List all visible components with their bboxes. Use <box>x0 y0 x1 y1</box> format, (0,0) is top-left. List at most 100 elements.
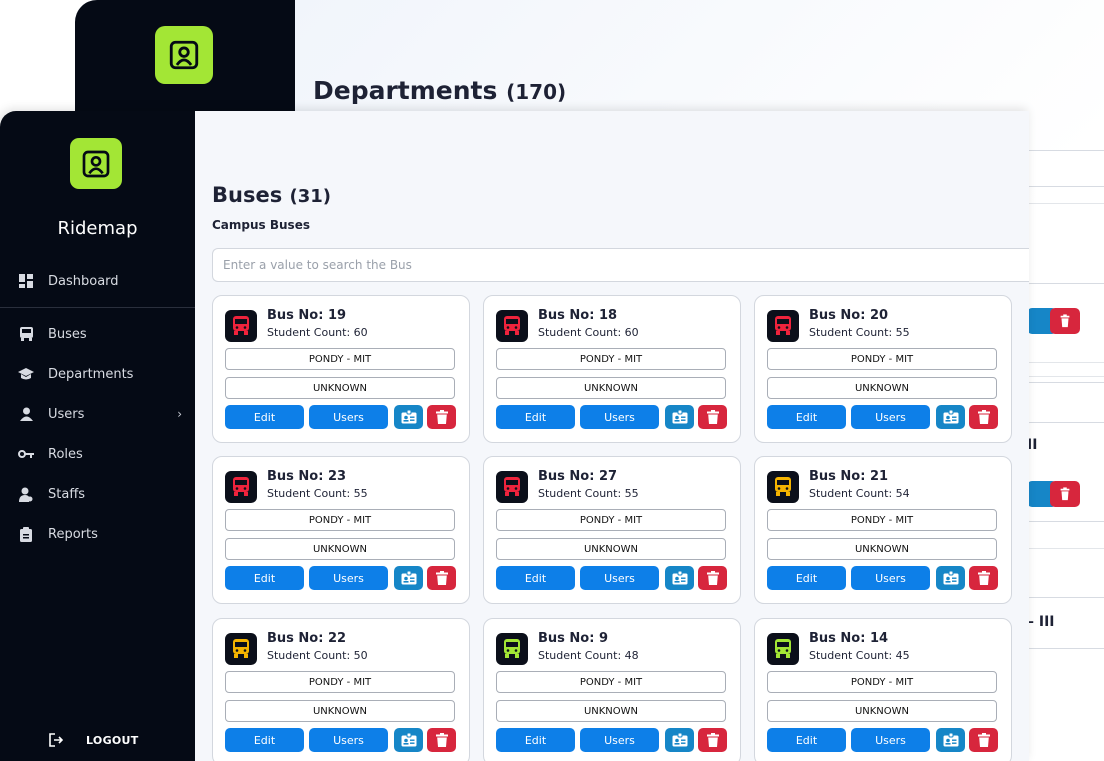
users-button[interactable]: Users <box>851 566 930 590</box>
dashboard-icon <box>18 273 34 289</box>
sidebar-item-label: Staffs <box>48 486 86 502</box>
delete-button[interactable] <box>1050 481 1080 507</box>
logout-button[interactable]: LOGOUT <box>48 732 139 748</box>
id-card-icon <box>672 410 687 424</box>
chevron-right-icon: › <box>177 407 182 421</box>
page-title-count: (31) <box>289 186 332 207</box>
edit-button[interactable]: Edit <box>496 728 575 752</box>
bus-icon <box>496 633 528 665</box>
id-card-button[interactable] <box>394 566 423 590</box>
users-button[interactable]: Users <box>309 566 388 590</box>
id-card-button[interactable] <box>936 405 965 429</box>
edit-button[interactable]: Edit <box>496 566 575 590</box>
bus-card: Bus No: 22 Student Count: 50 PONDY - MIT… <box>212 618 470 761</box>
delete-button[interactable] <box>969 405 998 429</box>
search-input[interactable] <box>212 248 1029 282</box>
delete-button[interactable] <box>698 728 727 752</box>
clipboard-icon <box>18 526 34 542</box>
trash-icon <box>435 410 448 424</box>
trash-icon <box>977 571 990 585</box>
sidebar-item-staffs[interactable]: Staffs <box>0 476 195 512</box>
id-card-icon <box>943 410 958 424</box>
delete-button[interactable] <box>698 405 727 429</box>
bus-number: Bus No: 23 <box>267 469 347 484</box>
edit-button[interactable]: Edit <box>767 405 846 429</box>
edit-button[interactable]: Edit <box>225 405 304 429</box>
trash-icon <box>435 733 448 747</box>
delete-button[interactable] <box>427 728 456 752</box>
bus-number: Bus No: 9 <box>538 631 609 646</box>
delete-button[interactable] <box>698 566 727 590</box>
key-icon <box>18 446 34 462</box>
bus-number: Bus No: 21 <box>809 469 889 484</box>
department-card: II <box>1020 422 1104 522</box>
sidebar-item-label: Users <box>48 406 85 422</box>
trash-icon <box>435 571 448 585</box>
status-label: UNKNOWN <box>225 700 455 722</box>
edit-button[interactable]: Edit <box>496 405 575 429</box>
route-label: PONDY - MIT <box>767 671 997 693</box>
department-card <box>1020 283 1104 383</box>
edit-button[interactable]: Edit <box>767 566 846 590</box>
sidebar-item-dashboard[interactable]: Dashboard <box>0 263 195 299</box>
id-card-button[interactable] <box>394 728 423 752</box>
id-card-button[interactable] <box>394 405 423 429</box>
bus-number: Bus No: 19 <box>267 308 347 323</box>
users-button[interactable]: Users <box>309 728 388 752</box>
users-button[interactable]: Users <box>851 728 930 752</box>
status-label: UNKNOWN <box>767 377 997 399</box>
id-card-icon <box>401 410 416 424</box>
id-card-button[interactable] <box>936 566 965 590</box>
users-button[interactable]: Users <box>851 405 930 429</box>
trash-icon <box>977 410 990 424</box>
edit-button[interactable]: Edit <box>767 728 846 752</box>
sidebar-item-buses[interactable]: Buses <box>0 316 195 352</box>
buses-window: Ridemap Dashboard Buses Departments User… <box>0 111 1029 761</box>
edit-button[interactable]: Edit <box>225 728 304 752</box>
sidebar-item-roles[interactable]: Roles <box>0 436 195 472</box>
route-label: PONDY - MIT <box>496 509 726 531</box>
users-button[interactable]: Users <box>580 728 659 752</box>
route-label: PONDY - MIT <box>225 509 455 531</box>
student-count: Student Count: 48 <box>538 649 639 662</box>
id-card-button[interactable] <box>665 566 694 590</box>
status-label: UNKNOWN <box>767 538 997 560</box>
logout-icon <box>48 732 64 748</box>
bus-number: Bus No: 20 <box>809 308 889 323</box>
edit-button[interactable]: Edit <box>225 566 304 590</box>
sidebar-item-users[interactable]: Users › <box>0 396 195 432</box>
departments-title: Departments (170) <box>313 76 566 105</box>
users-button[interactable]: Users <box>580 405 659 429</box>
bus-icon <box>767 633 799 665</box>
student-count: Student Count: 54 <box>809 487 910 500</box>
student-count: Student Count: 55 <box>267 487 368 500</box>
delete-button[interactable] <box>1050 308 1080 334</box>
bus-icon <box>18 326 34 342</box>
sidebar-item-reports[interactable]: Reports <box>0 516 195 552</box>
staff-icon <box>18 486 34 502</box>
student-count: Student Count: 45 <box>809 649 910 662</box>
ridemap-logo-icon[interactable] <box>70 138 122 189</box>
sidebar-item-label: Departments <box>48 366 134 382</box>
trash-icon <box>706 733 719 747</box>
users-button[interactable]: Users <box>309 405 388 429</box>
status-label: UNKNOWN <box>496 377 726 399</box>
bus-icon <box>767 471 799 503</box>
student-count: Student Count: 60 <box>267 326 368 339</box>
sidebar-item-departments[interactable]: Departments <box>0 356 195 392</box>
id-card-button[interactable] <box>936 728 965 752</box>
page-title-text: Buses <box>212 183 283 207</box>
id-card-button[interactable] <box>665 728 694 752</box>
delete-button[interactable] <box>427 566 456 590</box>
bus-number: Bus No: 22 <box>267 631 347 646</box>
sidebar-item-label: Buses <box>48 326 87 342</box>
delete-button[interactable] <box>427 405 456 429</box>
bus-icon <box>496 471 528 503</box>
status-label: UNKNOWN <box>225 377 455 399</box>
delete-button[interactable] <box>969 728 998 752</box>
delete-button[interactable] <box>969 566 998 590</box>
sidebar: Ridemap Dashboard Buses Departments User… <box>0 111 195 761</box>
id-card-button[interactable] <box>665 405 694 429</box>
id-card-icon <box>943 571 958 585</box>
users-button[interactable]: Users <box>580 566 659 590</box>
